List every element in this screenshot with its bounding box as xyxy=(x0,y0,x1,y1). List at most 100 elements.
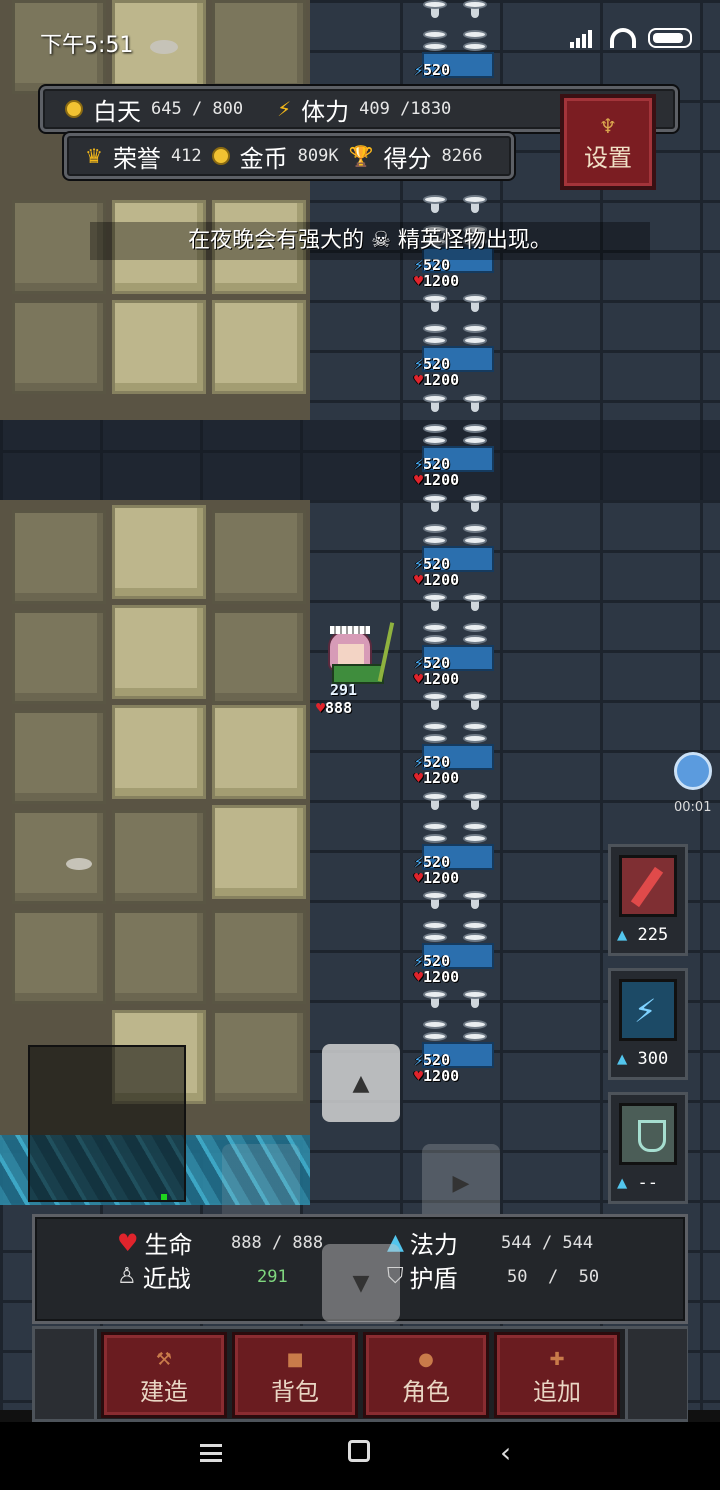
melee-stat: ♙ 近战 xyxy=(117,1259,191,1294)
player-character[interactable]: 291 ♥888 xyxy=(314,620,409,720)
turret-hp: ♥1200 xyxy=(414,670,460,688)
sword-small-icon: ♙ xyxy=(117,1264,137,1289)
hammer-icon: ⚒ xyxy=(155,1349,173,1370)
turret-hp: ♥1200 xyxy=(414,1067,460,1085)
shield-value: 50 / 50 xyxy=(507,1267,600,1287)
arrow-right-icon: ▶ xyxy=(452,1170,470,1196)
sand-tile xyxy=(212,1010,306,1104)
main-menu-bar: ⚒ 建造 ■ 背包 ● 角色 ✚ 追加 xyxy=(32,1326,688,1422)
turret-attack: ⚡520 xyxy=(414,654,451,672)
honor-value: 412 xyxy=(170,146,202,166)
gold-label: 金币 xyxy=(239,144,288,173)
skill-cost: ▲ 225 xyxy=(617,925,669,945)
gold-coin-icon xyxy=(211,147,230,165)
tesla-turret[interactable]: ⚡520 ♥1200 xyxy=(408,593,508,693)
status-icons xyxy=(570,28,692,48)
sand-tile xyxy=(12,910,106,1004)
sand-tile xyxy=(212,300,306,394)
skill-lightning-button[interactable]: ▲ 300 xyxy=(608,968,688,1080)
record-timer: 00:01 xyxy=(674,800,712,815)
shield-label: 护盾 xyxy=(409,1265,458,1293)
resource-bar-bottom: ♛ 荣誉 412 金币 809K 🏆 得分 8266 xyxy=(64,133,514,179)
sand-tile xyxy=(12,710,106,804)
turret-attack: ⚡520 xyxy=(414,952,451,970)
sun-icon xyxy=(65,100,83,118)
score-value: 8266 xyxy=(441,146,483,166)
status-time: 下午5:51 xyxy=(40,33,134,58)
menu-empty-slot xyxy=(625,1329,687,1419)
turret-attack: ⚡520 xyxy=(414,753,451,771)
player-face xyxy=(338,644,364,664)
gear-icon: ♆ xyxy=(599,114,617,138)
trophy-icon: 🏆 xyxy=(348,144,374,168)
bag-icon: ■ xyxy=(286,1349,304,1370)
heart-icon: ♥ xyxy=(117,1228,139,1257)
melee-label: 近战 xyxy=(142,1265,191,1293)
tesla-turret[interactable]: ⚡520 ♥1200 xyxy=(408,692,508,792)
status-bar: 下午5:51 xyxy=(0,0,720,80)
skill-cost: ▲ -- xyxy=(617,1173,658,1193)
build-label: 建造 xyxy=(140,1378,188,1406)
add-label: 追加 xyxy=(533,1378,581,1406)
sand-tile xyxy=(12,510,106,604)
rubble xyxy=(66,858,92,870)
sand-tile xyxy=(212,610,306,704)
shield-icon xyxy=(619,1103,677,1165)
dpad-up-button[interactable]: ▲ xyxy=(322,1044,400,1122)
settings-button[interactable]: ♆ 设置 xyxy=(560,94,656,190)
settings-label: 设置 xyxy=(584,144,632,172)
skill-sword-button[interactable]: ▲ 225 xyxy=(608,844,688,956)
tesla-turret[interactable]: ⚡520 ♥1200 xyxy=(408,891,508,991)
turret-hp: ♥1200 xyxy=(414,571,460,589)
character-label: 角色 xyxy=(402,1378,450,1406)
dpad-left-button[interactable] xyxy=(222,1144,300,1222)
day-label: 白天 xyxy=(93,97,141,126)
home-icon[interactable] xyxy=(348,1440,370,1462)
arrow-down-icon: ▼ xyxy=(352,1270,370,1296)
turret-attack: ⚡520 xyxy=(414,455,451,473)
skill-shield-button[interactable]: ▲ -- xyxy=(608,1092,688,1204)
skill-cost: ▲ 300 xyxy=(617,1049,669,1069)
sand-tile xyxy=(112,605,206,699)
turret-hp: ♥1200 xyxy=(414,968,460,986)
character-icon: ● xyxy=(418,1349,434,1370)
night-warning-notice: 在夜晚会有强大的 ☠ 精英怪物出现。 xyxy=(90,222,650,260)
tesla-turret[interactable]: ⚡520 ♥1200 xyxy=(408,394,508,494)
sand-tile xyxy=(112,705,206,799)
system-nav-bar: ‹ xyxy=(0,1422,720,1490)
dpad-down-button[interactable]: ▼ xyxy=(322,1244,400,1322)
bag-button[interactable]: ■ 背包 xyxy=(232,1332,358,1418)
sand-tile xyxy=(112,910,206,1004)
signal-icon xyxy=(570,28,598,48)
turret-hp: ♥1200 xyxy=(414,769,460,787)
tesla-turret[interactable]: ⚡520 ♥1200 xyxy=(408,494,508,594)
sand-tile xyxy=(212,910,306,1004)
player-crown xyxy=(330,626,370,634)
turret-attack: ⚡520 xyxy=(414,853,451,871)
mana-label: 法力 xyxy=(409,1231,458,1259)
tesla-turret[interactable]: ⚡520 ♥1200 xyxy=(408,792,508,892)
screen-record-button[interactable] xyxy=(674,752,712,790)
stamina-value: 409 /1830 xyxy=(359,99,452,119)
sand-tile xyxy=(112,505,206,599)
back-icon[interactable]: ‹ xyxy=(500,1436,511,1469)
bag-label: 背包 xyxy=(271,1378,319,1406)
player-attack: 291 xyxy=(330,681,358,699)
sand-tile xyxy=(112,810,206,904)
sword-icon xyxy=(619,855,677,917)
minimap-player-dot xyxy=(161,1194,167,1200)
add-button[interactable]: ✚ 追加 xyxy=(494,1332,620,1418)
tesla-turret[interactable]: ⚡520 ♥1200 xyxy=(408,990,508,1090)
tesla-turret[interactable]: ⚡520 ♥1200 xyxy=(408,294,508,394)
turret-attack: ⚡520 xyxy=(414,355,451,373)
dpad-right-button[interactable]: ▶ xyxy=(422,1144,500,1222)
turret-attack: ⚡520 xyxy=(414,555,451,573)
sand-tile xyxy=(212,510,306,604)
stamina-icon: ⚡ xyxy=(277,97,292,121)
menu-icon[interactable] xyxy=(200,1444,222,1462)
turret-hp: ♥1200 xyxy=(414,471,460,489)
character-button[interactable]: ● 角色 xyxy=(363,1332,489,1418)
minimap[interactable] xyxy=(28,1045,186,1202)
build-button[interactable]: ⚒ 建造 xyxy=(101,1332,227,1418)
turret-hp: ♥1200 xyxy=(414,371,460,389)
